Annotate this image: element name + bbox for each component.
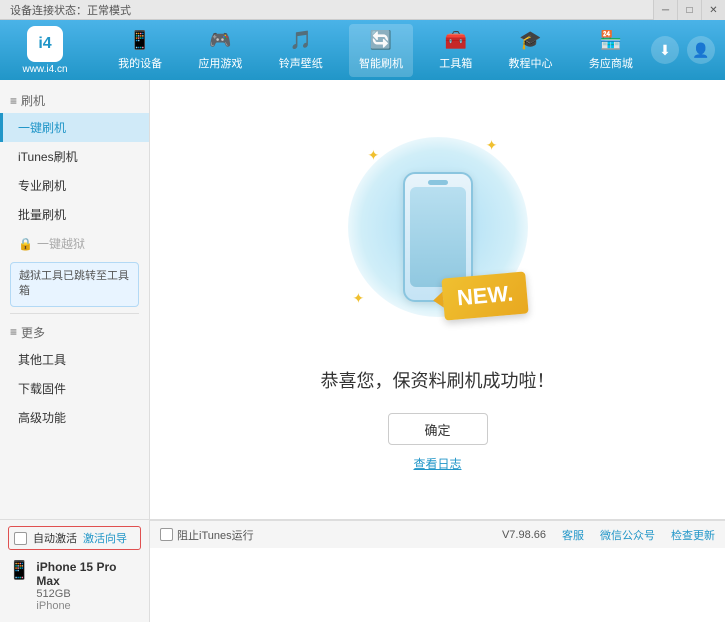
sidebar-more-label: ≡ 更多	[0, 320, 149, 345]
flash-icon: 🔄	[370, 30, 392, 51]
sidebar-item-other-tools[interactable]: 其他工具	[0, 345, 149, 374]
device-info: 📱 iPhone 15 Pro Max 512GB iPhone	[8, 556, 141, 616]
device-type: iPhone	[36, 600, 141, 612]
bottom-status: 阻止iTunes运行 V7.98.66 客服 微信公众号 检查更新	[150, 519, 725, 622]
auto-activate-label: 自动激活	[33, 530, 77, 546]
store-icon: 🏪	[600, 30, 622, 51]
main-container: ≡ 刷机 一键刷机 iTunes刷机 专业刷机 批量刷机 🔒 一键越狱 越狱工具…	[0, 80, 725, 519]
device-icon: 📱	[129, 30, 151, 51]
device-name: iPhone 15 Pro Max	[36, 560, 141, 588]
success-message: 恭喜您，保资料刷机成功啦！	[321, 367, 555, 393]
check-update-link[interactable]: 检查更新	[671, 527, 715, 543]
ringtone-icon: 🎵	[289, 30, 311, 51]
sparkle-1: ✦	[368, 147, 380, 164]
main-content: ✦ ✦ ✦ NEW. 恭喜您，保资料刷机成功啦！ 确定 查看日志	[150, 80, 725, 519]
minimize-button[interactable]: ─	[653, 0, 677, 20]
sparkle-2: ✦	[486, 137, 498, 154]
view-log-link[interactable]: 查看日志	[413, 455, 461, 472]
nav-ringtones[interactable]: 🎵 铃声壁纸	[269, 24, 333, 77]
device-panel: 自动激活 激活向导 📱 iPhone 15 Pro Max 512GB iPho…	[0, 519, 150, 622]
tools-icon: 🧰	[445, 30, 467, 51]
sidebar-item-pro-flash[interactable]: 专业刷机	[0, 171, 149, 200]
nav-flash[interactable]: 🔄 智能刷机	[349, 24, 413, 77]
bottom-row: 自动激活 激活向导 📱 iPhone 15 Pro Max 512GB iPho…	[0, 519, 725, 622]
sidebar-divider	[10, 313, 139, 314]
new-badge: NEW.	[442, 271, 530, 320]
more-icon: ≡	[10, 325, 17, 339]
device-storage: 512GB	[36, 588, 141, 600]
sidebar-flash-label: ≡ 刷机	[0, 88, 149, 113]
phone-notch	[428, 180, 448, 185]
customer-service-link[interactable]: 客服	[562, 527, 584, 543]
flash-section-icon: ≡	[10, 94, 17, 108]
top-bar: 设备连接状态：正常模式 ─ □ ✕	[0, 0, 725, 20]
logo-text: www.i4.cn	[22, 64, 67, 75]
user-button[interactable]: 👤	[687, 36, 715, 64]
status-right: V7.98.66 客服 微信公众号 检查更新	[502, 527, 715, 543]
itunes-status: 阻止iTunes运行	[160, 527, 254, 543]
restore-button[interactable]: □	[677, 0, 701, 20]
phone-screen	[410, 187, 466, 287]
header: i4 www.i4.cn 📱 我的设备 🎮 应用游戏 🎵 铃声壁纸 🔄 智能刷机…	[0, 20, 725, 80]
nav-my-device[interactable]: 📱 我的设备	[108, 24, 172, 77]
status-bar: 阻止iTunes运行 V7.98.66 客服 微信公众号 检查更新	[150, 520, 725, 548]
sidebar-item-itunes-flash[interactable]: iTunes刷机	[0, 142, 149, 171]
wechat-link[interactable]: 微信公众号	[600, 527, 655, 543]
version-label: V7.98.66	[502, 529, 546, 541]
logo-icon: i4	[27, 26, 63, 62]
nav-tutorials[interactable]: 🎓 教程中心	[499, 24, 563, 77]
download-button[interactable]: ⬇	[651, 36, 679, 64]
sidebar-item-download-firmware[interactable]: 下载固件	[0, 374, 149, 403]
nav-store[interactable]: 🏪 务应商城	[579, 24, 643, 77]
header-right: ⬇ 👤	[651, 36, 715, 64]
auto-activate-checkbox[interactable]	[14, 532, 27, 545]
close-button[interactable]: ✕	[701, 0, 725, 20]
sidebar-notice: 越狱工具已跳转至工具箱	[10, 262, 139, 307]
sidebar-item-batch-flash[interactable]: 批量刷机	[0, 200, 149, 229]
device-details: iPhone 15 Pro Max 512GB iPhone	[36, 560, 141, 612]
apps-icon: 🎮	[209, 30, 231, 51]
sidebar-item-one-click-flash[interactable]: 一键刷机	[0, 113, 149, 142]
sidebar-jailbreak-label: 🔒 一键越狱	[0, 229, 149, 258]
nav-tools[interactable]: 🧰 工具箱	[429, 24, 482, 77]
window-controls: ─ □ ✕	[653, 0, 725, 20]
sidebar: ≡ 刷机 一键刷机 iTunes刷机 专业刷机 批量刷机 🔒 一键越狱 越狱工具…	[0, 80, 150, 519]
logo-area: i4 www.i4.cn	[10, 26, 80, 75]
auto-activate-row: 自动激活 激活向导	[8, 526, 141, 550]
confirm-button[interactable]: 确定	[388, 413, 488, 445]
itunes-checkbox[interactable]	[160, 528, 173, 541]
nav-apps[interactable]: 🎮 应用游戏	[188, 24, 252, 77]
phone-illustration: ✦ ✦ ✦ NEW.	[338, 127, 538, 347]
lock-icon: 🔒	[18, 237, 33, 251]
breadcrumb: 设备连接状态：正常模式	[0, 2, 131, 18]
tutorials-icon: 🎓	[519, 30, 541, 51]
iphone-icon: 📱	[8, 560, 30, 581]
guide-button[interactable]: 激活向导	[83, 530, 127, 546]
nav-bar: 📱 我的设备 🎮 应用游戏 🎵 铃声壁纸 🔄 智能刷机 🧰 工具箱 🎓 教程中心…	[100, 24, 651, 77]
sidebar-item-advanced[interactable]: 高级功能	[0, 403, 149, 432]
sparkle-3: ✦	[353, 290, 365, 307]
